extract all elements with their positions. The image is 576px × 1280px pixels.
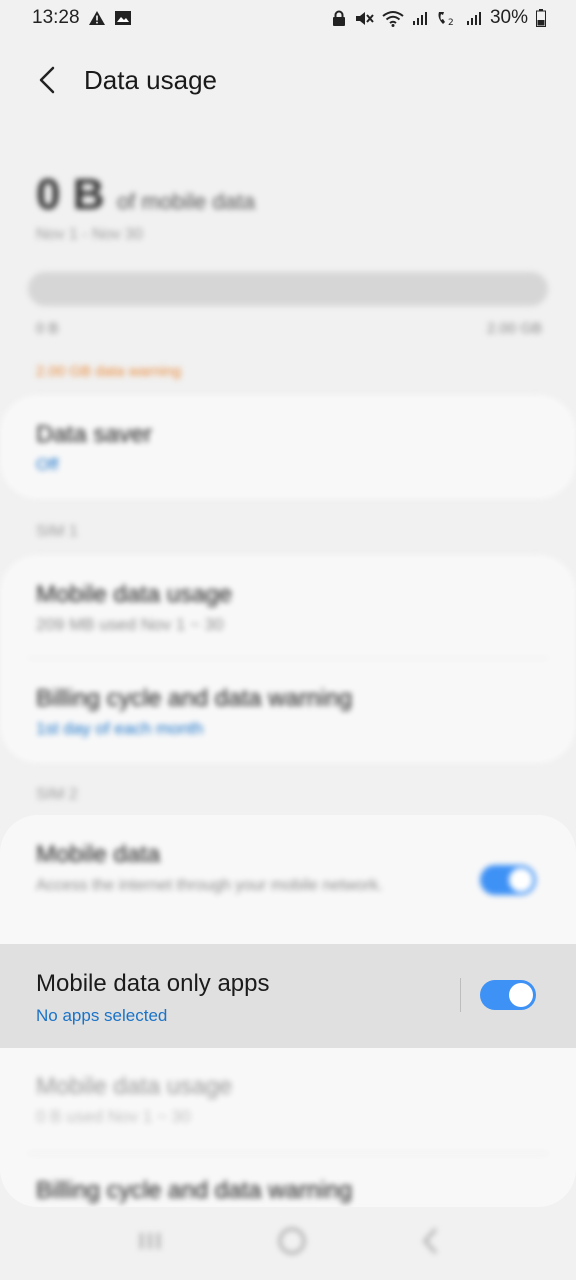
usage-summary: 0 B of mobile data Nov 1 - Nov 30: [36, 170, 548, 244]
signal-icon: [412, 10, 428, 26]
sim2-billing-row[interactable]: Billing cycle and data warning: [0, 1177, 576, 1205]
toggle-knob: [509, 868, 533, 892]
row-separator: [460, 978, 461, 1012]
mobile-data-only-apps-toggle[interactable]: [480, 980, 536, 1010]
sim2-mobile-data-row[interactable]: Mobile data Access the internet through …: [0, 815, 576, 943]
nav-back-icon[interactable]: [420, 1227, 440, 1260]
clock: 13:28: [32, 7, 80, 28]
battery-percent: 30%: [489, 7, 528, 28]
sim1-billing-sub: 1st day of each month: [36, 719, 204, 738]
scale-min-label: 0 B: [36, 320, 59, 337]
mobile-data-only-apps-sub: No apps selected: [36, 1006, 168, 1025]
status-bar: 13:28 2 30%: [0, 0, 576, 36]
home-icon[interactable]: [276, 1225, 308, 1262]
sim1-mobile-usage-sub: 209 MB used Nov 1 ~ 30: [36, 615, 224, 634]
data-saver-status: Off: [36, 455, 59, 474]
page-title: Data usage: [84, 64, 217, 95]
navigation-bar: [0, 1206, 576, 1280]
sim2-mobile-data-title: Mobile data: [36, 841, 161, 868]
app-bar: Data usage: [0, 50, 576, 110]
sim2-usage-sub: 0 B used Nov 1 ~ 30: [36, 1107, 191, 1126]
sim2-billing-title: Billing cycle and data warning: [36, 1177, 353, 1204]
scale-max-label: 2.00 GB: [486, 320, 542, 337]
toggle-knob: [509, 983, 533, 1007]
mute-icon: [354, 10, 374, 27]
mobile-data-only-apps-title: Mobile data only apps: [36, 970, 270, 997]
warning-icon: [88, 10, 106, 26]
usage-unit-label: of mobile data: [116, 189, 256, 214]
svg-text:2: 2: [448, 18, 454, 27]
wifi-icon: [382, 10, 404, 27]
back-arrow-icon: [39, 66, 55, 94]
sim1-card: Mobile data usage 209 MB used Nov 1 ~ 30…: [0, 555, 576, 763]
sim2-label: SIM 2: [36, 786, 78, 803]
sim1-billing-title: Billing cycle and data warning: [36, 685, 353, 712]
sim2-usage-title: Mobile data usage: [36, 1073, 233, 1100]
battery-icon: [536, 9, 546, 27]
usage-date-range: Nov 1 - Nov 30: [36, 226, 143, 243]
data-warning-label: 2.00 GB data warning: [36, 363, 182, 380]
image-icon: [114, 10, 132, 26]
volte-icon: 2: [436, 10, 458, 27]
data-saver-card[interactable]: Data saver Off: [0, 395, 576, 499]
signal-icon-2: [466, 10, 482, 26]
divider: [28, 1153, 548, 1154]
usage-value: 0 B: [36, 170, 105, 219]
lock-icon: [332, 10, 346, 27]
mobile-data-toggle[interactable]: [480, 865, 536, 895]
data-saver-title: Data saver: [36, 421, 153, 448]
back-button[interactable]: [22, 55, 72, 105]
usage-progress-bar: [28, 272, 548, 306]
sim2-usage-row[interactable]: Mobile data usage 0 B used Nov 1 ~ 30: [0, 1073, 576, 1177]
sim1-mobile-usage-title: Mobile data usage: [36, 581, 233, 608]
sim1-billing-row[interactable]: Billing cycle and data warning 1st day o…: [0, 659, 576, 763]
recents-icon[interactable]: [136, 1229, 164, 1258]
sim1-mobile-usage-row[interactable]: Mobile data usage 209 MB used Nov 1 ~ 30: [0, 555, 576, 659]
sim2-mobile-data-sub: Access the internet through your mobile …: [36, 877, 383, 894]
sim1-label: SIM 1: [36, 523, 78, 540]
